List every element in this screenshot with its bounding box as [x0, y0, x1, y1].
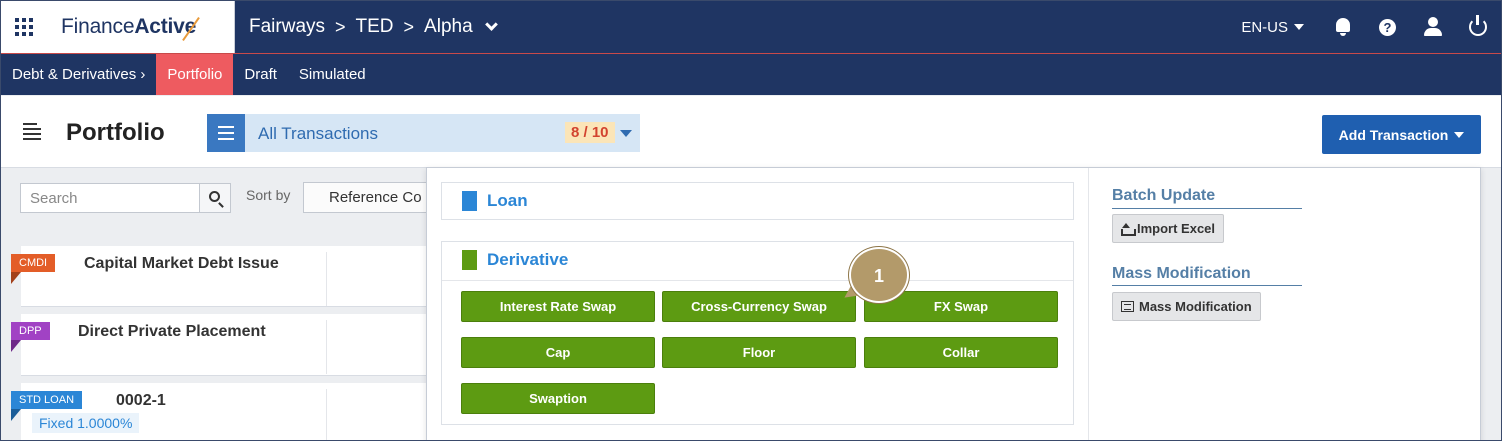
- top-right-controls: EN-US ?: [1241, 1, 1501, 53]
- nav-portfolio[interactable]: Portfolio: [156, 54, 234, 95]
- sub-navigation: Debt & Derivatives › Portfolio Draft Sim…: [1, 53, 1501, 95]
- card-divider: [326, 252, 327, 306]
- collar-button[interactable]: Collar: [864, 337, 1058, 368]
- nav-simulated[interactable]: Simulated: [288, 54, 377, 95]
- breadcrumb-alpha[interactable]: Alpha: [424, 16, 473, 38]
- type-tag-cmdi: CMDI: [11, 254, 56, 284]
- type-tag-std-loan: STD LOAN: [11, 391, 83, 421]
- batch-update-underline: [1112, 208, 1302, 209]
- transaction-card[interactable]: STD LOAN 0002-1 Fixed 1.0000%: [11, 383, 441, 440]
- derivative-header: Derivative: [462, 250, 568, 270]
- search-icon: [209, 191, 220, 202]
- top-bar: FinanceActive Fairways > TED > Alpha EN-…: [1, 1, 1501, 53]
- page-title: Portfolio: [66, 119, 165, 146]
- panel-divider: [1088, 168, 1089, 440]
- loan-section[interactable]: Loan: [441, 182, 1074, 220]
- loan-color-marker: [462, 191, 477, 211]
- transaction-card[interactable]: CMDI Capital Market Debt Issue: [11, 246, 441, 307]
- selector-label: All Transactions: [258, 124, 378, 143]
- loan-title: Loan: [487, 191, 528, 210]
- nav-draft[interactable]: Draft: [233, 54, 288, 95]
- breadcrumb-separator-icon: >: [335, 16, 346, 37]
- mass-modification-title: Mass Modification: [1112, 265, 1251, 282]
- transaction-card[interactable]: DPP Direct Private Placement: [11, 314, 441, 376]
- step-callout: 1: [839, 247, 909, 307]
- interest-rate-swap-button[interactable]: Interest Rate Swap: [461, 291, 655, 322]
- caret-down-icon: [1294, 24, 1304, 30]
- apps-grid-icon[interactable]: [15, 18, 33, 36]
- hamburger-menu-icon[interactable]: [207, 114, 245, 152]
- cap-button[interactable]: Cap: [461, 337, 655, 368]
- page-header: Portfolio All Transactions 8 / 10 Add Tr…: [1, 96, 1501, 168]
- help-icon[interactable]: ?: [1379, 17, 1397, 37]
- nav-debt-derivatives[interactable]: Debt & Derivatives ›: [1, 54, 156, 95]
- logo-area: FinanceActive: [1, 1, 235, 53]
- upload-icon: [1121, 222, 1136, 236]
- mass-modification-underline: [1112, 285, 1302, 286]
- power-icon[interactable]: [1469, 15, 1487, 36]
- card-title[interactable]: 0002-1: [116, 392, 166, 410]
- list-alt-icon: [1121, 301, 1134, 312]
- sort-by-label: Sort by: [246, 187, 291, 203]
- section-divider: [442, 280, 1073, 281]
- add-transaction-dropdown: Loan Derivative Interest Rate Swap Cross…: [426, 167, 1481, 440]
- card-title[interactable]: Capital Market Debt Issue: [84, 255, 279, 273]
- transaction-filter-selector[interactable]: All Transactions 8 / 10: [207, 114, 640, 152]
- derivative-section: Derivative Interest Rate Swap Cross-Curr…: [441, 241, 1074, 425]
- batch-update-title: Batch Update: [1112, 187, 1216, 204]
- loan-header[interactable]: Loan: [462, 191, 528, 211]
- breadcrumb-ted[interactable]: TED: [356, 16, 394, 38]
- add-transaction-label: Add Transaction: [1338, 126, 1449, 143]
- bell-icon[interactable]: [1334, 17, 1352, 37]
- caret-down-icon: [1454, 131, 1465, 138]
- mass-modification-label: Mass Modification: [1139, 299, 1252, 314]
- breadcrumb-fairways[interactable]: Fairways: [249, 16, 325, 38]
- swaption-button[interactable]: Swaption: [461, 383, 655, 414]
- card-title[interactable]: Direct Private Placement: [78, 323, 266, 341]
- import-excel-label: Import Excel: [1137, 221, 1216, 236]
- mass-modification-button[interactable]: Mass Modification: [1112, 292, 1261, 321]
- import-excel-button[interactable]: Import Excel: [1112, 214, 1225, 243]
- floor-button[interactable]: Floor: [662, 337, 856, 368]
- cross-currency-swap-button[interactable]: Cross-Currency Swap: [662, 291, 856, 322]
- type-tag-dpp: DPP: [11, 322, 50, 352]
- callout-number-badge: 1: [849, 247, 909, 303]
- add-transaction-button[interactable]: Add Transaction: [1322, 115, 1481, 154]
- selector-count-badge: 8 / 10: [565, 122, 615, 143]
- caret-down-icon[interactable]: [620, 130, 632, 137]
- app-window: FinanceActive Fairways > TED > Alpha EN-…: [0, 0, 1502, 441]
- search-button[interactable]: [199, 183, 231, 213]
- derivative-color-marker: [462, 250, 477, 270]
- derivative-title: Derivative: [487, 250, 569, 269]
- search-input[interactable]: Search: [20, 183, 200, 213]
- breadcrumb: Fairways > TED > Alpha: [249, 16, 498, 38]
- sort-select[interactable]: Reference Co: [303, 182, 443, 213]
- list-icon: [23, 123, 41, 140]
- breadcrumb-separator-icon: >: [403, 16, 415, 37]
- rate-badge: Fixed 1.0000%: [32, 413, 140, 433]
- card-divider: [326, 389, 327, 440]
- finance-active-logo[interactable]: FinanceActive: [61, 15, 196, 39]
- list-toolbar: Search Sort by Reference Co: [1, 169, 443, 227]
- language-label: EN-US: [1241, 18, 1288, 36]
- user-icon[interactable]: [1424, 17, 1442, 37]
- card-divider: [326, 320, 327, 374]
- language-selector[interactable]: EN-US: [1241, 19, 1304, 36]
- chevron-down-icon[interactable]: [484, 17, 498, 31]
